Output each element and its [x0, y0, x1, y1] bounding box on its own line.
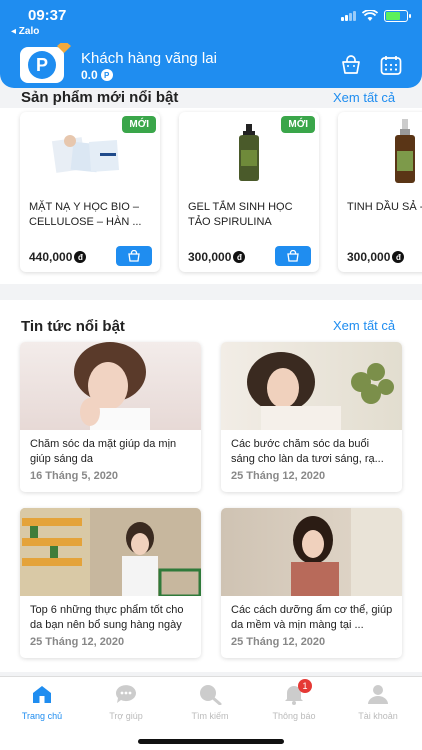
calendar-icon[interactable] [380, 55, 402, 75]
product-card[interactable]: MỚI GEL TẮM SINH HỌC TẢO SPIRULINA 300,0… [179, 112, 319, 272]
products-section-title: Sản phẩm mới nổi bật [21, 89, 179, 106]
currency-icon: đ [392, 251, 405, 263]
points-value: 0.0 [81, 68, 98, 82]
cart-icon[interactable] [340, 55, 362, 75]
points-coin-icon: P [100, 69, 113, 81]
product-card[interactable]: MỚI MẶT NẠ Y HỌC BIO – CELLULOSE – HÀN .… [20, 112, 160, 272]
news-card[interactable]: Các bước chăm sóc da buổi sáng cho làn d… [221, 342, 402, 492]
back-to-zalo-link[interactable]: ◂ Zalo [11, 26, 39, 37]
status-time: 09:37 [28, 7, 67, 24]
product-name: TINH DẦU SẢ - CHANH [347, 201, 422, 213]
price-value: 440,000 [29, 250, 73, 264]
news-card[interactable]: Top 6 những thực phẩm tốt cho da bạn nên… [20, 508, 201, 658]
product-card[interactable]: TINH DẦU SẢ - CHANH 300,000đ [338, 112, 422, 272]
news-card[interactable]: Các cách dưỡng ẩm cơ thể, giúp da mềm và… [221, 508, 402, 658]
news-section-title: Tin tức nổi bật [21, 318, 125, 335]
cart-icon [128, 250, 140, 262]
product-name: MẶT NẠ Y HỌC BIO – CELLULOSE – HÀN ... [29, 201, 142, 228]
app-logo: P [20, 43, 71, 83]
app-header: 09:37 ◂ Zalo P Khách hàng vãng lai 0.0 P [0, 0, 422, 88]
products-see-all-link[interactable]: Xem tất cả [333, 90, 395, 105]
add-to-cart-button[interactable] [275, 246, 311, 266]
battery-icon [384, 10, 411, 22]
new-badge: MỚI [281, 116, 315, 133]
news-image [20, 508, 201, 596]
nav-help[interactable]: Trợ giúp [84, 683, 168, 721]
user-icon [366, 683, 390, 705]
news-see-all-link[interactable]: Xem tất cả [333, 318, 395, 333]
nav-label: Thông báo [272, 711, 316, 721]
products-carousel[interactable]: MỚI MẶT NẠ Y HỌC BIO – CELLULOSE – HÀN .… [0, 108, 422, 284]
nav-account[interactable]: Tài khoản [336, 683, 420, 721]
product-price: 440,000 đ [29, 250, 87, 264]
product-image [338, 112, 422, 192]
nav-label: Tài khoản [358, 711, 398, 721]
points-balance: 0.0 P [81, 68, 113, 82]
news-title: Chăm sóc da mặt giúp da mịn giúp sáng da [30, 438, 177, 465]
nav-home[interactable]: Trang chủ [0, 683, 84, 721]
notification-count-badge: 1 [298, 679, 312, 693]
new-badge: MỚI [122, 116, 156, 133]
bell-icon: 1 [282, 679, 312, 705]
currency-icon: đ [74, 251, 87, 263]
news-image [221, 508, 402, 596]
home-indicator [138, 739, 284, 744]
news-date: 25 Tháng 12, 2020 [231, 636, 326, 648]
news-date: 25 Tháng 12, 2020 [231, 470, 326, 482]
cart-icon [287, 250, 299, 262]
news-title: Top 6 những thực phẩm tốt cho da bạn nên… [30, 604, 184, 631]
product-name: GEL TẮM SINH HỌC TẢO SPIRULINA [188, 201, 293, 228]
news-title: Các cách dưỡng ẩm cơ thể, giúp da mềm và… [231, 604, 393, 631]
nav-notifications[interactable]: 1 Thông báo [252, 679, 336, 721]
product-price: 300,000 đ [347, 250, 405, 264]
price-value: 300,000 [188, 250, 232, 264]
status-icons [341, 10, 411, 22]
search-icon [198, 683, 222, 706]
add-to-cart-button[interactable] [116, 246, 152, 266]
product-price: 300,000 đ [188, 250, 246, 264]
logo-p-mark: P [28, 51, 56, 79]
news-title: Các bước chăm sóc da buổi sáng cho làn d… [231, 438, 384, 465]
news-image [20, 342, 201, 430]
news-image [221, 342, 402, 430]
home-icon [30, 683, 54, 705]
wifi-icon [362, 10, 378, 21]
user-name: Khách hàng vãng lai [81, 50, 217, 67]
nav-label: Trợ giúp [109, 711, 143, 721]
nav-label: Tìm kiếm [191, 711, 229, 721]
nav-label: Trang chủ [21, 711, 63, 721]
nav-search[interactable]: Tìm kiếm [168, 683, 252, 721]
news-date: 16 Tháng 5, 2020 [30, 470, 119, 482]
price-value: 300,000 [347, 250, 391, 264]
diamond-icon [57, 43, 71, 53]
currency-icon: đ [233, 251, 246, 263]
news-card[interactable]: Chăm sóc da mặt giúp da mịn giúp sáng da… [20, 342, 201, 492]
signal-icon [341, 11, 356, 21]
chat-icon [114, 683, 138, 705]
news-date: 25 Tháng 12, 2020 [30, 636, 125, 648]
